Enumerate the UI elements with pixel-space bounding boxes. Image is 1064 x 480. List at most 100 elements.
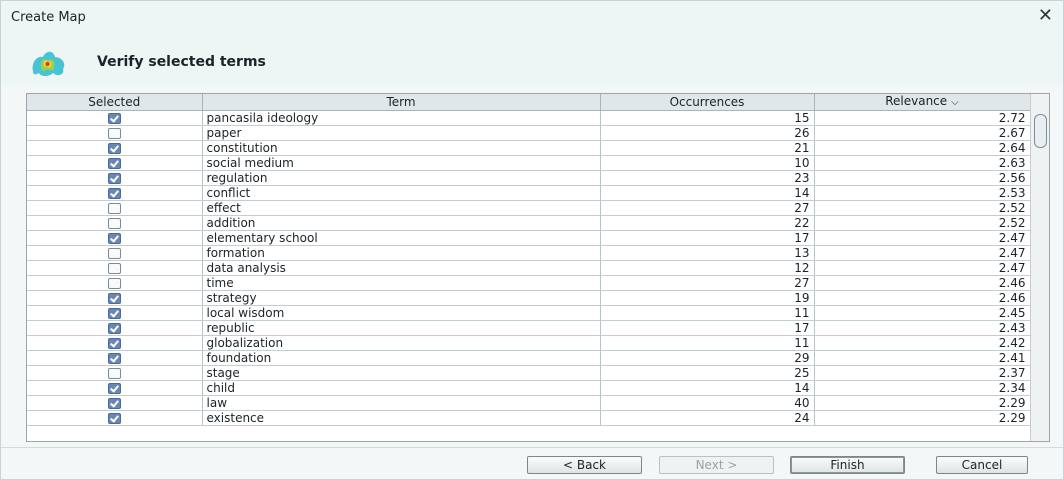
close-icon[interactable]: ✕ — [1038, 7, 1053, 25]
selected-cell — [27, 395, 203, 411]
table-row[interactable]: effect 27 2.52 — [27, 200, 1031, 216]
table-row[interactable]: globalization 11 2.42 — [27, 335, 1031, 351]
column-header-term[interactable]: Term — [202, 94, 601, 111]
next-button[interactable]: Next > — [659, 456, 774, 474]
relevance-cell: 2.29 — [814, 410, 1031, 426]
selected-cell — [27, 170, 203, 186]
table-row[interactable]: social medium 10 2.63 — [27, 155, 1031, 171]
selected-checkbox[interactable] — [107, 338, 121, 349]
selected-cell — [27, 275, 203, 291]
selected-cell — [27, 305, 203, 321]
term-cell: pancasila ideology — [202, 110, 601, 126]
selected-checkbox[interactable] — [107, 143, 121, 154]
table-row[interactable]: elementary school 17 2.47 — [27, 230, 1031, 246]
column-header-occurrences-label: Occurrences — [669, 95, 745, 109]
selected-cell — [27, 260, 203, 276]
relevance-cell: 2.46 — [814, 275, 1031, 291]
selected-cell — [27, 230, 203, 246]
selected-checkbox[interactable] — [107, 398, 121, 409]
occurrences-cell: 11 — [600, 305, 815, 321]
create-map-dialog: Create Map ✕ Verify selected terms Selec… — [0, 0, 1064, 480]
table-row[interactable]: paper 26 2.67 — [27, 125, 1031, 141]
column-header-occurrences[interactable]: Occurrences — [600, 94, 815, 111]
relevance-cell: 2.34 — [814, 380, 1031, 396]
selected-checkbox[interactable] — [107, 158, 121, 169]
relevance-cell: 2.47 — [814, 260, 1031, 276]
occurrences-cell: 21 — [600, 140, 815, 156]
term-cell: regulation — [202, 170, 601, 186]
cancel-button[interactable]: Cancel — [936, 456, 1028, 474]
selected-checkbox[interactable] — [107, 248, 121, 259]
relevance-cell: 2.37 — [814, 365, 1031, 381]
table-row[interactable]: existence 24 2.29 — [27, 410, 1031, 426]
back-button[interactable]: < Back — [527, 456, 642, 474]
term-cell: stage — [202, 365, 601, 381]
selected-cell — [27, 410, 203, 426]
occurrences-cell: 17 — [600, 230, 815, 246]
relevance-cell: 2.64 — [814, 140, 1031, 156]
selected-checkbox[interactable] — [107, 368, 121, 379]
table-row[interactable]: constitution 21 2.64 — [27, 140, 1031, 156]
table-row[interactable]: republic 17 2.43 — [27, 320, 1031, 336]
selected-cell — [27, 290, 203, 306]
selected-checkbox[interactable] — [107, 413, 121, 424]
selected-checkbox[interactable] — [107, 218, 121, 229]
selected-checkbox[interactable] — [107, 308, 121, 319]
terms-table: Selected Term Occurrences Relevance ⌵ pan… — [27, 94, 1031, 426]
table-row[interactable]: addition 22 2.52 — [27, 215, 1031, 231]
selected-checkbox[interactable] — [107, 233, 121, 244]
table-row[interactable]: formation 13 2.47 — [27, 245, 1031, 261]
selected-checkbox[interactable] — [107, 128, 121, 139]
selected-cell — [27, 125, 203, 141]
selected-checkbox[interactable] — [107, 263, 121, 274]
table-row[interactable]: strategy 19 2.46 — [27, 290, 1031, 306]
table-row[interactable]: data analysis 12 2.47 — [27, 260, 1031, 276]
occurrences-cell: 15 — [600, 110, 815, 126]
relevance-cell: 2.52 — [814, 215, 1031, 231]
table-row[interactable]: foundation 29 2.41 — [27, 350, 1031, 366]
selected-checkbox[interactable] — [107, 353, 121, 364]
relevance-cell: 2.41 — [814, 350, 1031, 366]
table-row[interactable]: pancasila ideology 15 2.72 — [27, 110, 1031, 126]
selected-cell — [27, 110, 203, 126]
selected-cell — [27, 380, 203, 396]
occurrences-cell: 29 — [600, 350, 815, 366]
table-row[interactable]: law 40 2.29 — [27, 395, 1031, 411]
term-cell: republic — [202, 320, 601, 336]
scrollbar-thumb[interactable] — [1034, 114, 1047, 148]
table-row[interactable]: stage 25 2.37 — [27, 365, 1031, 381]
table-row[interactable]: regulation 23 2.56 — [27, 170, 1031, 186]
term-cell: existence — [202, 410, 601, 426]
table-row[interactable]: child 14 2.34 — [27, 380, 1031, 396]
selected-checkbox[interactable] — [107, 323, 121, 334]
relevance-cell: 2.56 — [814, 170, 1031, 186]
table-row[interactable]: conflict 14 2.53 — [27, 185, 1031, 201]
column-header-selected[interactable]: Selected — [27, 94, 203, 111]
relevance-cell: 2.53 — [814, 185, 1031, 201]
relevance-cell: 2.72 — [814, 110, 1031, 126]
finish-button[interactable]: Finish — [790, 456, 905, 474]
relevance-cell: 2.29 — [814, 395, 1031, 411]
selected-cell — [27, 320, 203, 336]
column-header-relevance-label: Relevance — [885, 94, 948, 108]
occurrences-cell: 24 — [600, 410, 815, 426]
table-row[interactable]: time 27 2.46 — [27, 275, 1031, 291]
selected-checkbox[interactable] — [107, 293, 121, 304]
selected-cell — [27, 350, 203, 366]
selected-checkbox[interactable] — [107, 188, 121, 199]
column-header-relevance[interactable]: Relevance ⌵ — [814, 94, 1031, 111]
occurrences-cell: 22 — [600, 215, 815, 231]
vosviewer-logo-icon — [32, 51, 65, 76]
selected-cell — [27, 245, 203, 261]
table-row[interactable]: local wisdom 11 2.45 — [27, 305, 1031, 321]
column-header-selected-label: Selected — [88, 95, 141, 109]
relevance-cell: 2.63 — [814, 155, 1031, 171]
selected-checkbox[interactable] — [107, 173, 121, 184]
selected-checkbox[interactable] — [107, 113, 121, 124]
vertical-scrollbar[interactable] — [1030, 94, 1049, 441]
selected-checkbox[interactable] — [107, 278, 121, 289]
title-bar: Create Map ✕ — [1, 1, 1063, 35]
selected-checkbox[interactable] — [107, 203, 121, 214]
occurrences-cell: 14 — [600, 380, 815, 396]
selected-checkbox[interactable] — [107, 383, 121, 394]
